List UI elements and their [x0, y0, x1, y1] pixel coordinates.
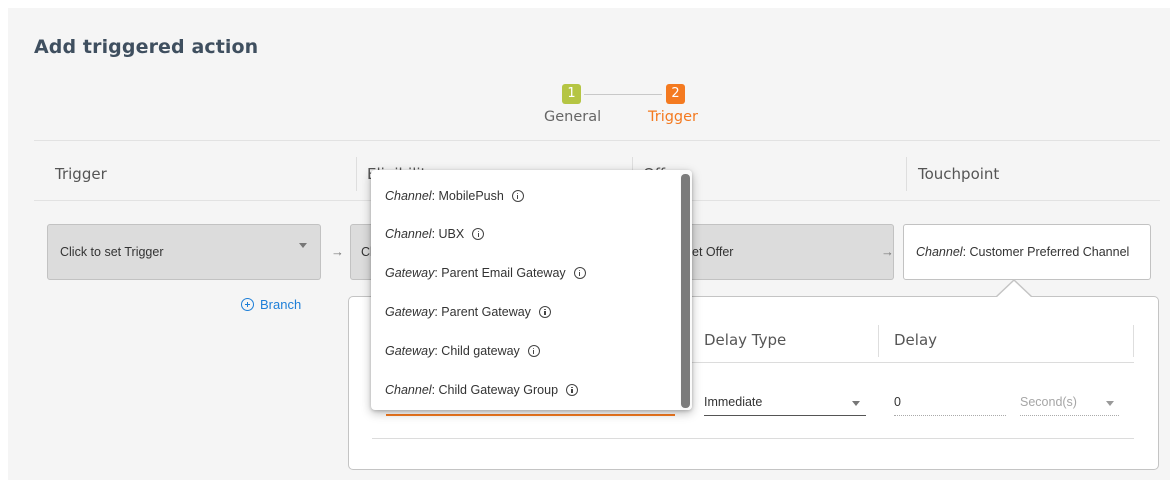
info-icon[interactable]: [573, 267, 586, 279]
option-name: : Child Gateway Group: [431, 383, 559, 397]
chevron-down-icon: [299, 243, 307, 248]
dropdown-option[interactable]: Channel: Child Gateway Group: [385, 383, 579, 397]
info-icon[interactable]: [527, 345, 540, 357]
delay-input[interactable]: 0: [894, 395, 901, 409]
offer-box-overlay: →: [681, 224, 905, 280]
delay-unit-select[interactable]: Second(s): [1020, 395, 1077, 409]
option-name: : Parent Email Gateway: [434, 266, 566, 280]
option-type: Gateway: [385, 305, 435, 319]
column-header-trigger: Trigger: [55, 165, 107, 183]
column-separator: [1133, 325, 1134, 357]
dropdown-option[interactable]: Channel: MobilePush: [385, 189, 524, 203]
channel-select-focus-underline[interactable]: [386, 414, 675, 416]
delay-type-underline: [704, 415, 866, 416]
dropdown-option[interactable]: Gateway: Parent Email Gateway: [385, 266, 586, 280]
column-separator: [878, 325, 879, 357]
option-name: : UBX: [431, 227, 465, 241]
column-separator: [906, 157, 907, 191]
delay-unit-underline: [1020, 415, 1119, 416]
option-name: : Child gateway: [434, 344, 520, 358]
info-icon[interactable]: [538, 306, 551, 318]
option-type: Gateway: [385, 344, 435, 358]
chevron-down-icon[interactable]: [852, 401, 860, 406]
arrow-right-icon: →: [881, 244, 894, 259]
column-header-delay: Delay: [894, 331, 938, 349]
step-2-badge[interactable]: 2: [666, 84, 685, 104]
delay-input-underline: [894, 415, 1006, 416]
step-1-badge[interactable]: 1: [562, 84, 581, 104]
info-icon[interactable]: [472, 228, 485, 240]
trigger-select[interactable]: Click to set Trigger: [47, 224, 321, 280]
arrow-right-icon: →: [331, 244, 344, 259]
column-header-delay-type: Delay Type: [704, 331, 787, 349]
column-separator: [356, 157, 357, 191]
add-branch-button[interactable]: Branch: [241, 297, 301, 312]
info-icon[interactable]: [566, 384, 579, 396]
option-type: Gateway: [385, 266, 435, 280]
option-name: : Parent Gateway: [434, 305, 531, 319]
touchpoint-box[interactable]: Channel: Customer Preferred Channel: [903, 224, 1151, 280]
page-title: Add triggered action: [34, 36, 259, 58]
card-row-divider: [372, 438, 1134, 439]
card-notch-fill: [996, 281, 1032, 298]
step-2-label[interactable]: Trigger: [648, 109, 698, 125]
option-type: Channel: [385, 383, 432, 397]
step-1-label[interactable]: General: [544, 109, 601, 125]
dropdown-option[interactable]: Channel: UBX: [385, 227, 485, 241]
divider: [34, 140, 1160, 141]
option-name: : MobilePush: [431, 189, 504, 203]
option-type: Channel: [385, 227, 432, 241]
delay-type-select[interactable]: Immediate: [704, 395, 762, 409]
column-header-touchpoint: Touchpoint: [918, 165, 1000, 183]
touchpoint-value: : Customer Preferred Channel: [962, 245, 1130, 259]
stepper-connector: [584, 94, 662, 95]
channel-dropdown-menu: Channel: MobilePush Channel: UBX Gateway…: [371, 170, 692, 410]
chevron-down-icon[interactable]: [1106, 401, 1114, 406]
option-type: Channel: [385, 189, 432, 203]
dropdown-option[interactable]: Gateway: Child gateway: [385, 344, 540, 358]
dropdown-option[interactable]: Gateway: Parent Gateway: [385, 305, 551, 319]
trigger-select-label: Click to set Trigger: [60, 245, 164, 259]
dropdown-scrollbar[interactable]: [681, 174, 690, 408]
info-icon[interactable]: [511, 190, 524, 202]
touchpoint-box-label: Channel: Customer Preferred Channel: [916, 245, 1129, 259]
plus-circle-icon: [241, 298, 254, 311]
branch-label: Branch: [260, 297, 302, 312]
touchpoint-type: Channel: [916, 245, 963, 259]
